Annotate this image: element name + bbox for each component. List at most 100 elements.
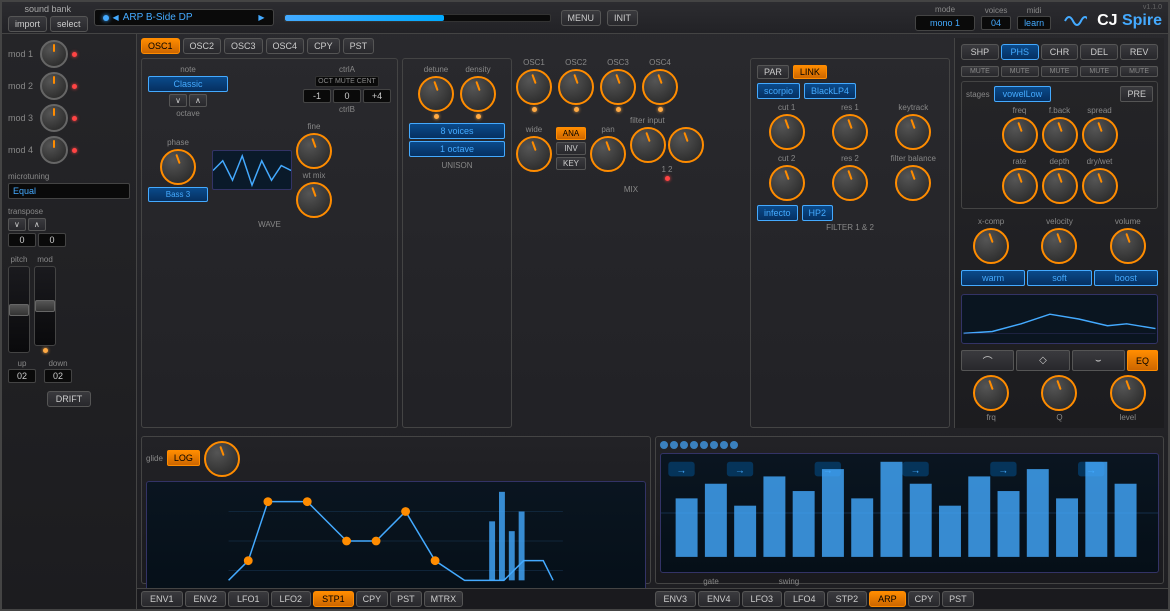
filter2-mode-btn[interactable]: HP2: [802, 205, 834, 221]
phase-knob[interactable]: [160, 149, 196, 185]
eq-btn[interactable]: EQ: [1127, 350, 1158, 371]
mod1-knob[interactable]: [40, 40, 68, 68]
q-knob[interactable]: [1041, 375, 1077, 411]
phs-mute-btn[interactable]: MUTE: [1001, 66, 1039, 77]
osc1-mix-knob[interactable]: [516, 69, 552, 105]
soft-btn[interactable]: soft: [1027, 270, 1091, 286]
stp2-tab[interactable]: STP2: [827, 591, 868, 607]
filter2-type-btn[interactable]: BlackLP4: [804, 83, 856, 99]
arp-tab[interactable]: ARP: [869, 591, 906, 607]
res1-knob[interactable]: [832, 114, 868, 150]
transpose-down-arrow[interactable]: ∨: [8, 218, 26, 231]
transpose-val1[interactable]: 0: [8, 233, 36, 247]
mod3-knob[interactable]: [40, 104, 68, 132]
env3-tab[interactable]: ENV3: [655, 591, 697, 607]
cut2-knob[interactable]: [769, 165, 805, 201]
keytrack-knob[interactable]: [895, 114, 931, 150]
boost-btn[interactable]: boost: [1094, 270, 1158, 286]
fback-knob[interactable]: [1042, 117, 1078, 153]
drift-button[interactable]: DRIFT: [47, 391, 92, 407]
ana-btn[interactable]: ANA: [556, 127, 586, 140]
osc4-mix-knob[interactable]: [642, 69, 678, 105]
xcomp-knob[interactable]: [973, 228, 1009, 264]
fi1-knob[interactable]: [630, 127, 666, 163]
shape3-btn[interactable]: ⌣: [1072, 350, 1125, 371]
wave-bass-btn[interactable]: Bass 3: [148, 187, 208, 202]
del-mute-btn[interactable]: MUTE: [1080, 66, 1118, 77]
drywet-knob[interactable]: [1082, 168, 1118, 204]
shp-btn[interactable]: SHP: [961, 44, 999, 60]
left-pst-btn[interactable]: PST: [390, 591, 422, 607]
res2-knob[interactable]: [832, 165, 868, 201]
osc1-tab[interactable]: OSC1: [141, 38, 180, 54]
oct-val[interactable]: -1: [303, 89, 331, 103]
select-button[interactable]: select: [50, 16, 88, 32]
mode-value[interactable]: mono 1: [915, 15, 975, 31]
lfo4-tab[interactable]: LFO4: [784, 591, 825, 607]
mod-slider[interactable]: [34, 266, 56, 346]
init-button[interactable]: INIT: [607, 10, 638, 26]
mod2-knob[interactable]: [40, 72, 68, 100]
key-btn[interactable]: KEY: [556, 157, 586, 170]
unison-octave-dropdown[interactable]: 1 octave: [409, 141, 505, 157]
osc2-tab[interactable]: OSC2: [183, 38, 222, 54]
voices-value[interactable]: 04: [981, 16, 1011, 30]
wave-classic-btn[interactable]: Classic: [148, 76, 228, 92]
mute-val[interactable]: 0: [333, 89, 361, 103]
shape1-btn[interactable]: ⌒: [961, 350, 1014, 371]
preset-next-arrow[interactable]: ▶: [258, 13, 264, 22]
import-button[interactable]: import: [8, 16, 47, 32]
preset-prev-arrow[interactable]: ◀: [113, 13, 119, 22]
osc4-tab[interactable]: OSC4: [266, 38, 305, 54]
fine-knob[interactable]: [296, 133, 332, 169]
filter-balance-knob[interactable]: [895, 165, 931, 201]
depth-knob[interactable]: [1042, 168, 1078, 204]
filter1-mode-btn[interactable]: infecto: [757, 205, 798, 221]
stages-type-btn[interactable]: vowelLow: [994, 86, 1052, 102]
env4-tab[interactable]: ENV4: [698, 591, 740, 607]
par-btn[interactable]: PAR: [757, 65, 789, 79]
glide-knob[interactable]: [204, 441, 240, 477]
chr-btn[interactable]: CHR: [1041, 44, 1079, 60]
wide-knob[interactable]: [516, 136, 552, 172]
density-knob[interactable]: [460, 76, 496, 112]
wt-mix-knob[interactable]: [296, 182, 332, 218]
lfo2-tab[interactable]: LFO2: [271, 591, 312, 607]
microtuning-value[interactable]: Equal: [8, 183, 130, 199]
del-btn[interactable]: DEL: [1080, 44, 1118, 60]
link-btn[interactable]: LINK: [793, 65, 827, 79]
detune-knob[interactable]: [418, 76, 454, 112]
left-cpy-btn[interactable]: CPY: [356, 591, 389, 607]
spread-knob[interactable]: [1082, 117, 1118, 153]
pan-knob[interactable]: [590, 136, 626, 172]
osc-pst-button[interactable]: PST: [343, 38, 375, 54]
osc-cpy-button[interactable]: CPY: [307, 38, 340, 54]
mtrx-btn[interactable]: MTRX: [424, 591, 464, 607]
right-cpy-btn[interactable]: CPY: [908, 591, 941, 607]
osc3-tab[interactable]: OSC3: [224, 38, 263, 54]
cent-val[interactable]: +4: [363, 89, 391, 103]
right-pst-btn[interactable]: PST: [942, 591, 974, 607]
unison-mode-dropdown[interactable]: 8 voices: [409, 123, 505, 139]
fi2-knob[interactable]: [668, 127, 704, 163]
frq-knob[interactable]: [973, 375, 1009, 411]
env1-tab[interactable]: ENV1: [141, 591, 183, 607]
bender-up-value[interactable]: 02: [8, 369, 36, 383]
volume-knob[interactable]: [1110, 228, 1146, 264]
cut1-knob[interactable]: [769, 114, 805, 150]
mod4-knob[interactable]: [40, 136, 68, 164]
rev-mute-btn[interactable]: MUTE: [1120, 66, 1158, 77]
chr-mute-btn[interactable]: MUTE: [1041, 66, 1079, 77]
oct-down-btn[interactable]: ∨: [169, 94, 187, 107]
transpose-up-arrow[interactable]: ∧: [28, 218, 46, 231]
shp-mute-btn[interactable]: MUTE: [961, 66, 999, 77]
shape2-btn[interactable]: ◇: [1016, 350, 1069, 371]
level-knob[interactable]: [1110, 375, 1146, 411]
menu-button[interactable]: MENU: [561, 10, 602, 26]
log-btn[interactable]: LOG: [167, 450, 200, 466]
warm-btn[interactable]: warm: [961, 270, 1025, 286]
env2-tab[interactable]: ENV2: [185, 591, 227, 607]
transpose-val2[interactable]: 0: [38, 233, 66, 247]
rate-knob[interactable]: [1002, 168, 1038, 204]
oct-up-btn[interactable]: ∧: [189, 94, 207, 107]
